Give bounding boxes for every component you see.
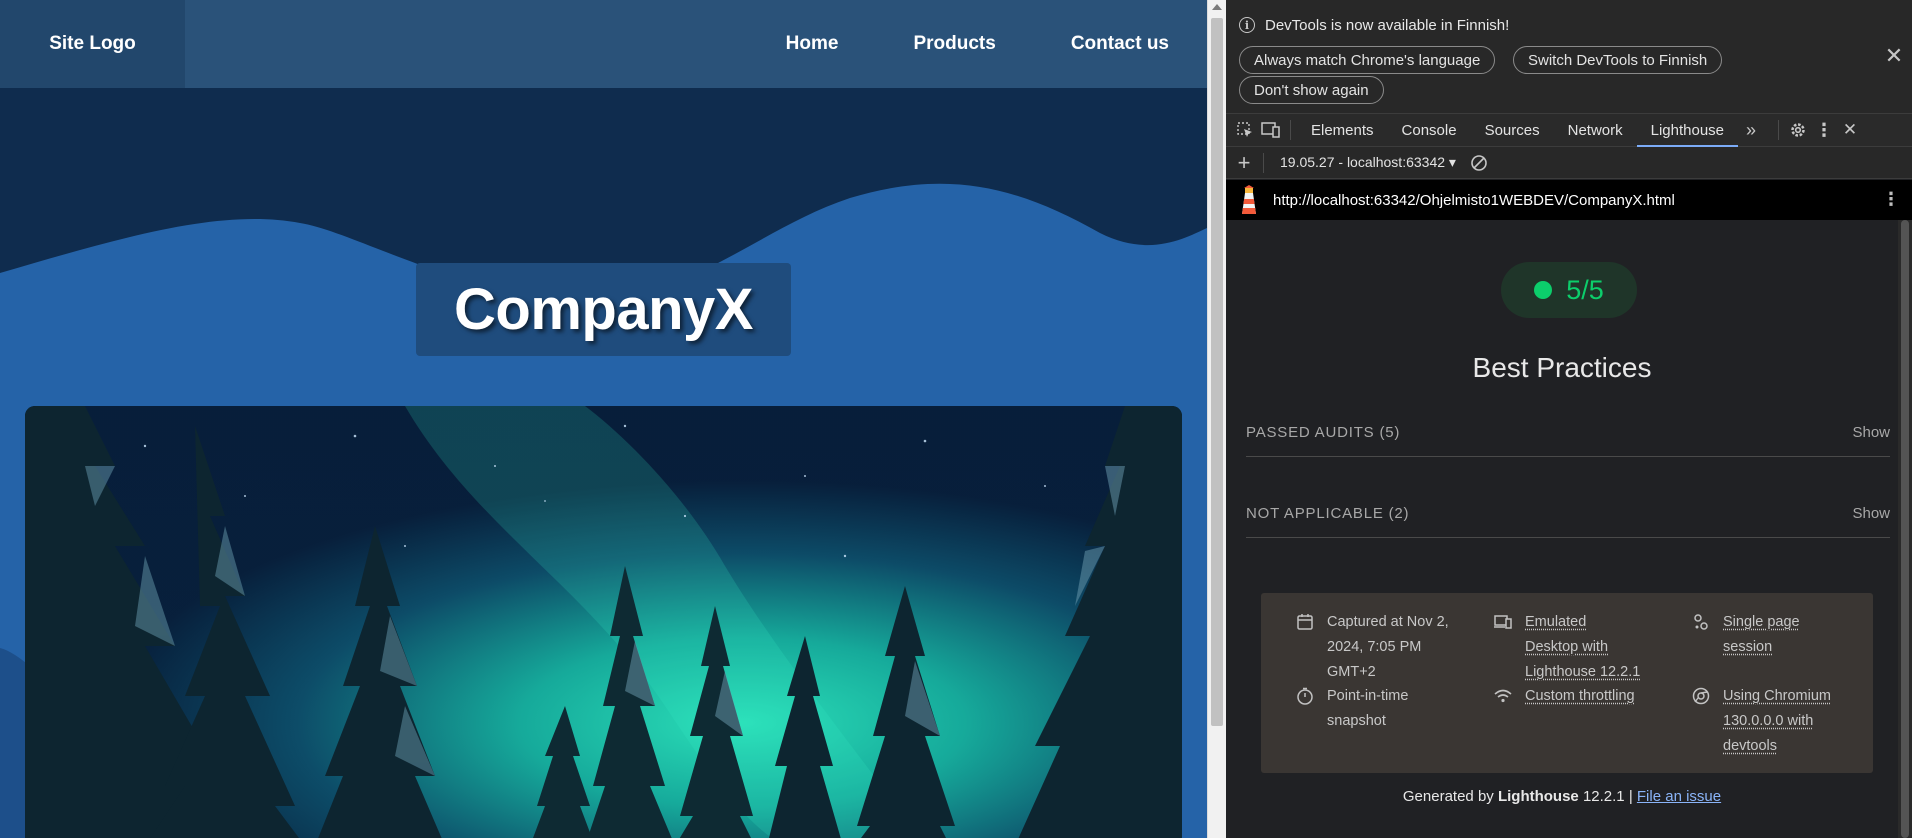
close-icon[interactable]: ✕ <box>1884 45 1904 67</box>
toolbar-divider <box>1290 120 1291 140</box>
report-scrollbar[interactable] <box>1898 220 1912 838</box>
inspect-element-icon[interactable] <box>1232 117 1258 143</box>
score-badge[interactable]: 5/5 <box>1501 262 1637 318</box>
page-scrollbar[interactable] <box>1207 0 1226 838</box>
timer-icon <box>1297 687 1313 705</box>
info-icon: i <box>1239 17 1255 33</box>
devtools-panel: i DevTools is now available in Finnish! … <box>1226 0 1912 838</box>
lighthouse-brand: Lighthouse <box>1497 788 1579 805</box>
category-title: Best Practices <box>1472 352 1652 383</box>
notice-text: DevTools is now available in Finnish! <box>1265 17 1510 34</box>
aurora-forest-illustration <box>25 406 1182 838</box>
session-icon <box>1694 614 1708 630</box>
language-notice-bar: i DevTools is now available in Finnish! … <box>1226 0 1912 114</box>
group-label: PASSED AUDITS (5) <box>1246 424 1401 441</box>
passed-audits-group[interactable]: PASSED AUDITS (5) Show <box>1246 409 1890 457</box>
devices-icon <box>1494 615 1512 629</box>
gear-icon[interactable] <box>1785 117 1811 143</box>
tab-elements[interactable]: Elements <box>1297 114 1388 147</box>
always-match-language-button[interactable]: Always match Chrome's language <box>1239 46 1496 74</box>
lighthouse-url-bar: http://localhost:63342/Ohjelmisto1WEBDEV… <box>1226 180 1912 220</box>
file-an-issue-link[interactable]: File an issue <box>1637 788 1721 805</box>
pass-status-dot <box>1534 281 1553 299</box>
hero-image-aurora-forest <box>25 406 1182 838</box>
scrollbar-thumb[interactable] <box>1211 18 1223 726</box>
toolbar-divider <box>1778 120 1780 140</box>
lighthouse-logo-icon <box>1239 185 1259 215</box>
site-header: Site Logo Home Products Contact us <box>0 0 1207 88</box>
meta-captured: Captured at Nov 2, 2024, 7:05 PM GMT+2 <box>1295 610 1455 685</box>
meta-snapshot: Point-in-time snapshot <box>1295 684 1455 734</box>
tab-console[interactable]: Console <box>1388 114 1471 147</box>
not-applicable-group[interactable]: NOT APPLICABLE (2) Show <box>1246 490 1890 538</box>
meta-session: Single page session <box>1691 610 1841 660</box>
group-label: NOT APPLICABLE (2) <box>1246 505 1410 522</box>
audited-url: http://localhost:63342/Ohjelmisto1WEBDEV… <box>1273 191 1675 209</box>
devtools-tab-bar: Elements Console Sources Network Lightho… <box>1226 114 1912 147</box>
meta-throttling: Custom throttling <box>1493 684 1653 709</box>
score-value: 5/5 <box>1566 274 1604 305</box>
site-nav: Home Products Contact us <box>711 0 1169 88</box>
scroll-up-arrow-icon[interactable] <box>1212 4 1222 10</box>
tab-lighthouse[interactable]: Lighthouse <box>1636 114 1739 147</box>
wifi-icon <box>1494 689 1512 703</box>
nav-link-products[interactable]: Products <box>913 33 995 55</box>
generated-by-footer: Generated by Lighthouse 12.2.1 | File an… <box>1402 788 1722 805</box>
add-report-icon[interactable]: + <box>1231 150 1257 176</box>
tab-sources[interactable]: Sources <box>1471 114 1554 147</box>
switch-to-finnish-button[interactable]: Switch DevTools to Finnish <box>1513 46 1723 74</box>
chromium-icon <box>1692 687 1710 705</box>
lighthouse-toolbar: + 19.05.27 - localhost:63342 ▾ <box>1226 147 1912 179</box>
site-logo[interactable]: Site Logo <box>0 0 185 88</box>
nav-link-home[interactable]: Home <box>786 33 839 55</box>
tab-network[interactable]: Network <box>1554 114 1637 147</box>
close-devtools-icon[interactable]: ✕ <box>1837 117 1863 143</box>
calendar-icon <box>1297 614 1313 630</box>
report-menu-kebab-icon[interactable]: ⋮ <box>1882 189 1900 210</box>
device-toolbar-icon[interactable] <box>1258 117 1284 143</box>
website-viewport: Site Logo Home Products Contact us Compa… <box>0 0 1207 838</box>
show-passed-audits-button[interactable]: Show <box>1852 424 1890 441</box>
nav-link-contact[interactable]: Contact us <box>1071 33 1169 55</box>
hero-title: CompanyX <box>454 277 753 342</box>
kebab-menu-icon[interactable]: ⋮ <box>1811 117 1837 143</box>
run-metadata-box: Captured at Nov 2, 2024, 7:05 PM GMT+2 P… <box>1261 593 1873 773</box>
hero-title-box: CompanyX <box>416 263 791 356</box>
meta-device: Emulated Desktop with Lighthouse 12.2.1 <box>1493 610 1643 685</box>
dont-show-again-button[interactable]: Don't show again <box>1239 76 1384 104</box>
toolbar-divider <box>1263 152 1264 173</box>
report-scrollbar-thumb[interactable] <box>1901 220 1909 838</box>
clear-block-icon[interactable] <box>1466 150 1492 176</box>
meta-browser: Using Chromium 130.0.0.0 with devtools <box>1691 684 1841 759</box>
lighthouse-report: 5/5 Best Practices PASSED AUDITS (5) Sho… <box>1226 220 1912 838</box>
show-not-applicable-button[interactable]: Show <box>1852 505 1890 522</box>
report-select-dropdown[interactable]: 19.05.27 - localhost:63342 ▾ <box>1280 154 1456 171</box>
more-tabs-chevron-icon[interactable]: » <box>1738 117 1764 143</box>
